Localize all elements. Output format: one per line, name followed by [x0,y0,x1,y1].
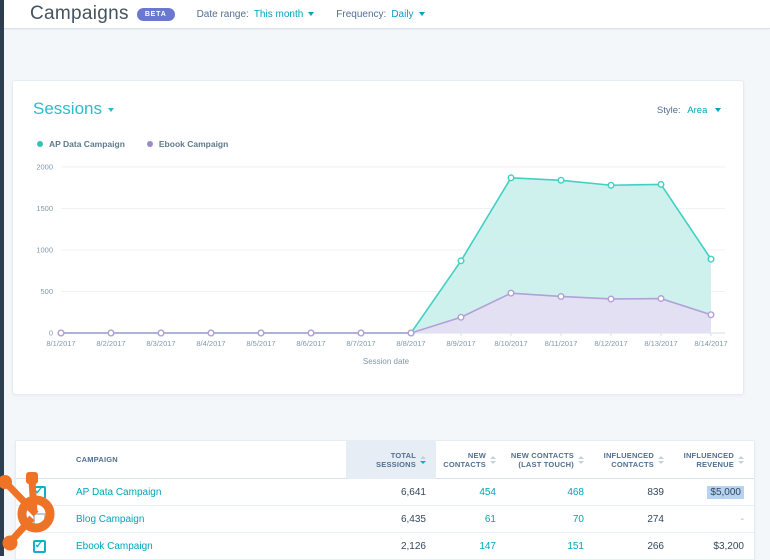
svg-text:1000: 1000 [36,246,53,255]
column-label: INFLUENCED CONTACTS [598,451,654,470]
campaign-link[interactable]: AP Data Campaign [62,487,346,498]
total-sessions-value: 6,435 [346,514,436,525]
row-checkbox[interactable] [33,486,46,499]
influenced-contacts-value: 839 [594,487,674,498]
topbar: Campaigns BETA Date range: This month Fr… [4,0,770,29]
column-header-influenced-revenue[interactable]: INFLUENCED REVENUE [674,441,754,479]
influenced-revenue-value: $3,200 [674,541,754,552]
svg-text:8/9/2017: 8/9/2017 [446,339,475,348]
sort-icon[interactable] [738,456,744,464]
svg-text:8/2/2017: 8/2/2017 [96,339,125,348]
column-label: NEW CONTACTS (LAST TOUCH) [510,451,574,470]
style-control: Style: Area [657,105,721,116]
campaign-link[interactable]: Blog Campaign [62,514,346,525]
legend-label: Ebook Campaign [159,139,228,149]
column-header-influenced-contacts[interactable]: INFLUENCED CONTACTS [594,441,674,479]
influenced-revenue-value: - [674,514,754,525]
row-checkbox[interactable] [33,513,46,526]
frequency-label: Frequency: [336,9,386,20]
chevron-down-icon[interactable] [715,108,721,112]
row-checkbox[interactable] [33,540,46,553]
svg-text:8/3/2017: 8/3/2017 [146,339,175,348]
influenced-contacts-value: 266 [594,541,674,552]
legend-dot-icon [147,141,153,147]
svg-text:8/5/2017: 8/5/2017 [246,339,275,348]
style-label: Style: [657,105,681,116]
date-range-label: Date range: [197,9,249,20]
legend-label: AP Data Campaign [49,139,125,149]
column-header-total-sessions[interactable]: TOTAL SESSIONS [346,441,436,479]
total-sessions-value: 2,126 [346,541,436,552]
influenced-revenue-value: $5,000 [674,487,754,498]
chevron-down-icon[interactable] [308,12,314,16]
column-header-new-contacts[interactable]: NEW CONTACTS [436,441,506,479]
legend-dot-icon [37,141,43,147]
sort-icon[interactable] [658,456,664,464]
left-nav-edge [0,0,4,556]
column-label: TOTAL SESSIONS [350,451,416,470]
campaigns-table: CAMPAIGN TOTAL SESSIONS NEW CONTACTS NEW… [15,440,755,560]
svg-text:8/7/2017: 8/7/2017 [346,339,375,348]
table-header-row: CAMPAIGN TOTAL SESSIONS NEW CONTACTS NEW… [16,441,754,479]
svg-text:500: 500 [40,287,53,296]
legend-item-ebook[interactable]: Ebook Campaign [147,139,228,149]
sessions-area-chart[interactable]: 0 500 1000 1500 2000 8/1/2017 8/2/2017 8/3/2017… [21,155,735,369]
influenced-contacts-value: 274 [594,514,674,525]
svg-text:8/6/2017: 8/6/2017 [296,339,325,348]
sort-icon[interactable] [420,456,426,464]
total-sessions-value: 6,641 [346,487,436,498]
sessions-panel: Sessions Style: Area AP Data Campaign Eb… [12,80,744,395]
date-range-control: Date range: This month [197,9,315,20]
sort-icon[interactable] [490,456,496,464]
svg-text:8/1/2017: 8/1/2017 [46,339,75,348]
table-row: AP Data Campaign 6,641 454 468 839 $5,00… [16,479,754,506]
frequency-dropdown[interactable]: Daily [391,9,413,20]
panel-title[interactable]: Sessions [33,99,102,118]
select-all-column [16,441,62,479]
svg-text:8/8/2017: 8/8/2017 [396,339,425,348]
svg-text:8/14/2017: 8/14/2017 [694,339,727,348]
page-title: Campaigns [30,3,129,25]
new-contacts-value[interactable]: 61 [436,514,506,525]
column-label: NEW CONTACTS [440,451,486,470]
svg-text:8/10/2017: 8/10/2017 [494,339,527,348]
sort-icon[interactable] [578,456,584,464]
svg-text:2000: 2000 [36,163,53,172]
new-contacts-value[interactable]: 454 [436,487,506,498]
svg-text:8/4/2017: 8/4/2017 [196,339,225,348]
frequency-control: Frequency: Daily [336,9,424,20]
svg-text:8/11/2017: 8/11/2017 [545,339,578,348]
beta-badge: BETA [137,8,175,21]
selected-text: $5,000 [707,486,744,499]
svg-text:8/13/2017: 8/13/2017 [644,339,677,348]
chevron-down-icon[interactable] [419,12,425,16]
svg-text:1500: 1500 [36,204,53,213]
svg-text:8/12/2017: 8/12/2017 [594,339,627,348]
new-contacts-last-touch-value[interactable]: 70 [506,514,594,525]
legend-item-ap-data[interactable]: AP Data Campaign [37,139,125,149]
campaign-link[interactable]: Ebook Campaign [62,541,346,552]
column-label: INFLUENCED REVENUE [678,451,734,470]
style-dropdown[interactable]: Area [687,105,707,116]
new-contacts-last-touch-value[interactable]: 151 [506,541,594,552]
date-range-dropdown[interactable]: This month [254,9,303,20]
chart-legend: AP Data Campaign Ebook Campaign [37,139,743,149]
sessions-title-dropdown[interactable]: Sessions [33,99,114,119]
empty-value: - [741,514,744,525]
new-contacts-value[interactable]: 147 [436,541,506,552]
table-row: Blog Campaign 6,435 61 70 274 - [16,506,754,533]
chevron-down-icon[interactable] [108,108,114,112]
svg-text:0: 0 [49,329,53,338]
svg-text:Session date: Session date [363,357,410,366]
column-header-campaign[interactable]: CAMPAIGN [62,441,346,479]
column-header-new-contacts-last-touch[interactable]: NEW CONTACTS (LAST TOUCH) [506,441,594,479]
new-contacts-last-touch-value[interactable]: 468 [506,487,594,498]
